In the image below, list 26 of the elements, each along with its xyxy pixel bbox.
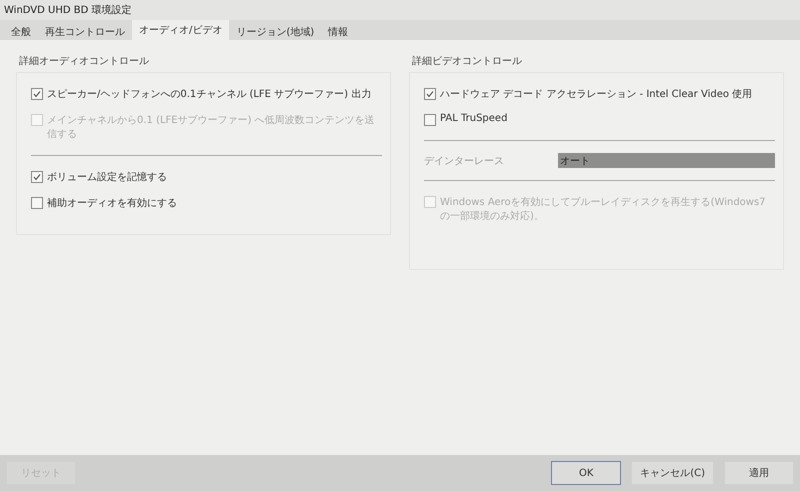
checkbox[interactable]	[424, 88, 436, 100]
group-title: 詳細ビデオコントロール	[411, 54, 523, 69]
checkbox[interactable]	[424, 114, 436, 126]
checkmark-icon	[33, 173, 41, 181]
dialog-button[interactable]: キャンセル(C)	[631, 461, 714, 485]
deinterlace-label: デインターレース	[424, 154, 505, 168]
checkbox-label: PAL TruSpeed	[440, 113, 508, 124]
group-title: 詳細オーディオコントロール	[18, 54, 150, 69]
checkbox[interactable]	[31, 197, 43, 209]
dialog-button[interactable]: OK	[551, 461, 622, 485]
tab[interactable]: 情報	[321, 22, 356, 40]
tab[interactable]: 全般	[4, 22, 38, 40]
checkbox[interactable]	[31, 88, 43, 100]
tab[interactable]: オーディオ/ビデオ	[132, 20, 230, 40]
checkbox[interactable]	[31, 171, 43, 183]
dialog-button[interactable]: 適用	[724, 461, 794, 485]
checkbox-label: スピーカー/ヘッドフォンへの0.1チャンネル (LFE サブウーファー) 出力	[47, 88, 372, 101]
tab[interactable]: リージョン(地域)	[229, 22, 322, 40]
checkmark-icon	[33, 90, 41, 98]
checkmark-icon	[426, 90, 434, 98]
checkbox-label: ボリューム設定を記憶する	[47, 170, 167, 184]
tab[interactable]: 再生コントロール	[38, 22, 132, 40]
checkbox-label: ハードウェア デコード アクセラレーション - Intel Clear Video 使用	[440, 88, 752, 101]
checkbox-label: Windows Aeroを有効にしてブルーレイディスクを再生する(Windows7の一部環境のみ対応)。	[440, 196, 767, 223]
checkbox-label: 補助オーディオを有効にする	[47, 196, 177, 210]
checkbox-label: メインチャネルから0.1 (LFEサブウーファー) へ低周波数コンテンツを送信する	[47, 114, 376, 141]
